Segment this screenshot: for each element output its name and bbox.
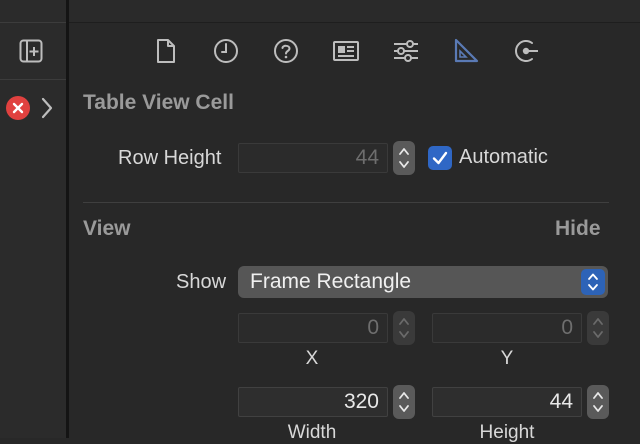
left-pane-divider (0, 22, 66, 23)
row-height-stepper[interactable] (393, 141, 415, 175)
stepper-arrows-icon (399, 392, 409, 412)
width-field[interactable]: 320 (238, 387, 388, 417)
section-title-table-view-cell: Table View Cell (83, 91, 234, 114)
section-title-view: View (83, 217, 131, 240)
left-pane (0, 0, 66, 438)
inspector-header (69, 0, 640, 23)
left-pane-divider (0, 79, 66, 80)
question-icon[interactable] (271, 36, 301, 66)
width-label: Width (287, 422, 337, 443)
add-library-icon[interactable] (19, 39, 43, 63)
document-icon[interactable] (151, 36, 181, 66)
show-popup-value: Frame Rectangle (250, 270, 412, 293)
ruler-triangle-icon[interactable] (451, 36, 481, 66)
section-divider (83, 202, 609, 203)
connection-arrow-icon[interactable] (511, 36, 541, 66)
pane-separator[interactable] (66, 0, 69, 438)
error-icon[interactable] (6, 96, 30, 120)
row-height-label: Row Height (118, 147, 222, 169)
popup-arrows-icon (581, 269, 605, 295)
hide-button[interactable]: Hide (555, 217, 601, 241)
height-stepper[interactable] (587, 385, 609, 419)
y-stepper[interactable] (587, 311, 609, 345)
x-field[interactable]: 0 (238, 313, 388, 343)
identity-card-icon[interactable] (331, 36, 361, 66)
show-label: Show (176, 271, 227, 293)
x-label: X (305, 348, 319, 369)
stepper-arrows-icon (399, 148, 409, 168)
chevron-right-icon[interactable] (38, 96, 56, 120)
width-stepper[interactable] (393, 385, 415, 419)
x-stepper[interactable] (393, 311, 415, 345)
checkmark-icon (432, 151, 448, 165)
stepper-arrows-icon (399, 318, 409, 338)
clock-icon[interactable] (211, 36, 241, 66)
height-field[interactable]: 44 (432, 387, 582, 417)
height-label: Height (479, 422, 535, 443)
automatic-checkbox[interactable] (428, 146, 452, 170)
stepper-arrows-icon (593, 318, 603, 338)
y-label: Y (500, 348, 514, 369)
automatic-label[interactable]: Automatic (459, 146, 548, 169)
row-height-field[interactable]: 44 (238, 143, 388, 173)
sliders-icon[interactable] (391, 36, 421, 66)
stepper-arrows-icon (593, 392, 603, 412)
y-field[interactable]: 0 (432, 313, 582, 343)
show-popup-button[interactable]: Frame Rectangle (238, 266, 608, 298)
